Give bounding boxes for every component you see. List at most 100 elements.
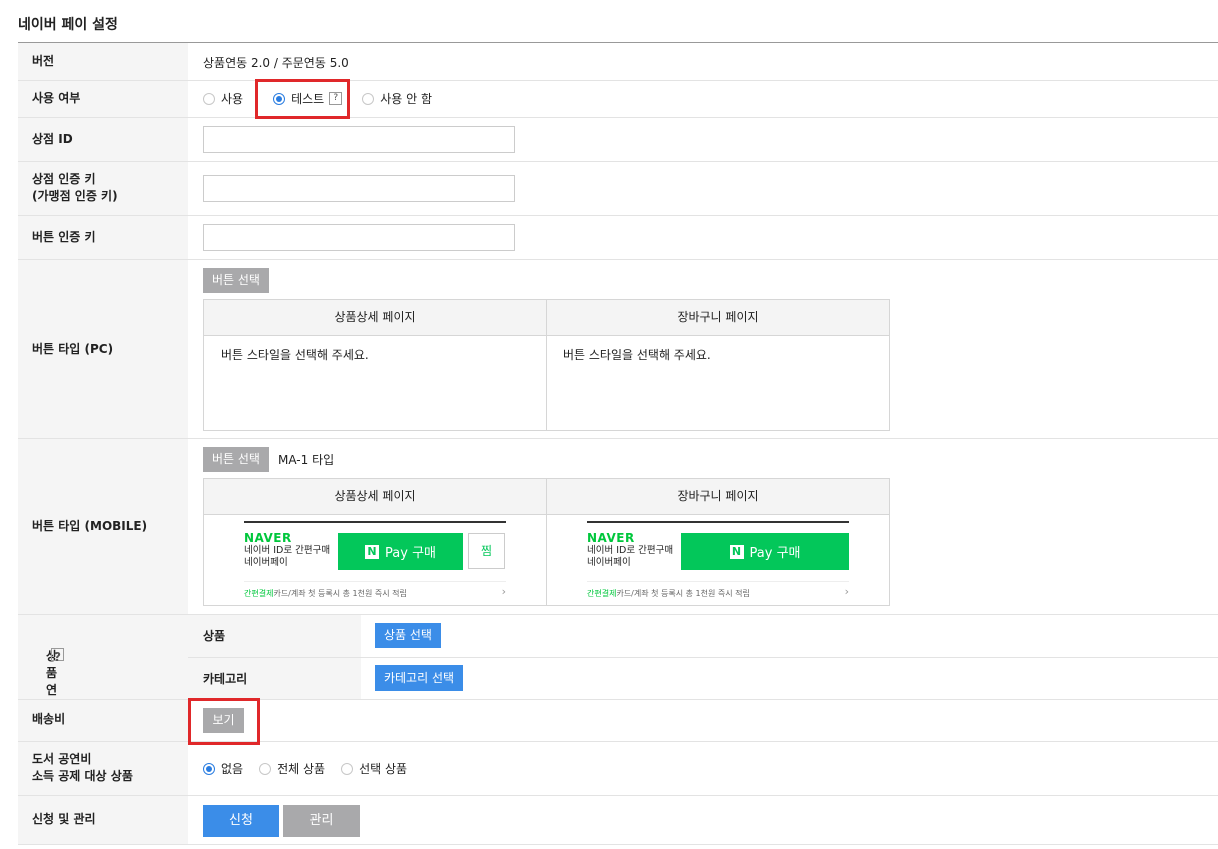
row-header: 상점 ID xyxy=(18,118,188,161)
npay-buy-button: N Pay 구매 xyxy=(681,533,849,570)
subtitle-line: 네이버페이 xyxy=(587,557,631,568)
pc-select-button[interactable]: 버튼 선택 xyxy=(203,268,269,293)
pc-col-detail: 상품상세 페이지 xyxy=(204,300,547,335)
promo-text: 카드/계좌 첫 등록시 총 1천원 즉시 적립 xyxy=(616,589,750,598)
row-header: 상점 인증 키 (가맹점 인증 키) xyxy=(18,162,188,215)
row-apply: 신청 및 관리 신청 관리 xyxy=(18,796,1218,845)
n-logo-icon: N xyxy=(365,544,380,559)
subtitle-line: 네이버 ID로 간편구매 xyxy=(244,545,331,556)
option-label: 없음 xyxy=(221,762,244,776)
subtitle-line: 네이버페이 xyxy=(244,557,288,568)
row-usage: 사용 여부 사용 테스트? 사용 안 함 xyxy=(18,81,1218,118)
exclusion-product-label: 상품 xyxy=(203,629,226,643)
radio-icon[interactable] xyxy=(259,762,272,775)
row-header: 도서 공연비 소득 공제 대상 상품 xyxy=(18,742,188,795)
chevron-right-icon: › xyxy=(501,585,506,598)
mobile-col-cart: 장바구니 페이지 xyxy=(677,489,759,503)
manage-button[interactable]: 관리 xyxy=(283,805,360,837)
usage-option-use[interactable]: 사용 xyxy=(203,90,243,107)
row-book-deduction: 도서 공연비 소득 공제 대상 상품 없음 전체 상품 선택 상품 xyxy=(18,742,1218,796)
row-header: 버전 xyxy=(18,43,188,80)
row-button-auth-key: 버튼 인증 키 xyxy=(18,216,1218,260)
pc-col-cart: 장바구니 페이지 xyxy=(677,310,759,324)
book-option-selected[interactable]: 선택 상품 xyxy=(341,760,407,777)
product-select-button[interactable]: 상품 선택 xyxy=(375,623,441,648)
mobile-select-button[interactable]: 버튼 선택 xyxy=(203,447,269,472)
pc-button-preview-table: 상품상세 페이지 장바구니 페이지 버튼 스타일을 선택해 주세요. 버튼 스타… xyxy=(203,299,890,431)
version-label: 버전 xyxy=(32,54,55,68)
npay-buy-button: N Pay 구매 xyxy=(338,533,463,570)
mobile-selected-type: MA-1 타입 xyxy=(278,453,335,467)
store-id-label: 상점 ID xyxy=(32,132,73,146)
divider xyxy=(188,657,1218,658)
radio-checked-icon[interactable] xyxy=(203,762,215,775)
npay-subtitle: 네이버 ID로 간편구매 네이버페이 xyxy=(244,545,330,569)
row-button-pc: 버튼 타입 (PC) 버튼 선택 상품상세 페이지 장바구니 페이지 버튼 스타… xyxy=(18,260,1218,439)
exclusion-category-label: 카테고리 xyxy=(203,672,248,686)
pay-label: Pay 구매 xyxy=(385,546,436,561)
pc-cart-placeholder: 버튼 스타일을 선택해 주세요. xyxy=(563,348,711,362)
npay-preview-detail: NAVER 네이버 ID로 간편구매 네이버페이 N Pay 구매 찜 간편결제카드… xyxy=(244,521,506,601)
radio-icon[interactable] xyxy=(341,762,354,775)
radio-icon[interactable] xyxy=(203,92,215,105)
naver-logo: NAVER xyxy=(587,531,635,545)
apply-button[interactable]: 신청 xyxy=(203,805,279,837)
divider xyxy=(587,521,849,523)
npay-promo: 간편결제카드/계좌 첫 등록시 총 1천원 즉시 적립 xyxy=(587,588,750,599)
store-id-input[interactable] xyxy=(203,126,515,153)
button-auth-key-input[interactable] xyxy=(203,224,515,251)
option-label: 선택 상품 xyxy=(359,762,408,776)
usage-label: 사용 여부 xyxy=(32,91,81,105)
mobile-col-detail: 상품상세 페이지 xyxy=(204,479,547,514)
row-header: 상품 연동 제외? xyxy=(18,615,188,748)
button-pc-label: 버튼 타입 (PC) xyxy=(32,342,114,356)
divider xyxy=(587,581,849,582)
promo-highlight: 간편결제 xyxy=(244,589,274,598)
book-sublabel: 소득 공제 대상 상품 xyxy=(32,769,133,783)
radio-icon[interactable] xyxy=(362,92,375,105)
usage-option-none[interactable]: 사용 안 함 xyxy=(362,90,432,107)
help-icon[interactable]: ? xyxy=(51,648,64,664)
option-label: 사용 xyxy=(221,92,244,106)
mobile-button-preview-table: 상품상세 페이지 장바구니 페이지 NAVER 네이버 ID로 간편구매 네이버페… xyxy=(203,478,890,606)
highlight-box xyxy=(188,698,260,745)
row-header: 신청 및 관리 xyxy=(18,796,188,844)
book-option-all[interactable]: 전체 상품 xyxy=(259,760,325,777)
category-select-button[interactable]: 카테고리 선택 xyxy=(375,665,463,691)
row-button-mobile: 버튼 타입 (MOBILE) 버튼 선택 MA-1 타입 상품상세 페이지 장바… xyxy=(18,439,1218,615)
button-mobile-label: 버튼 타입 (MOBILE) xyxy=(32,519,148,533)
row-exclusion: 상품 연동 제외? 상품 상품 선택 카테고리 카테고리 선택 xyxy=(18,615,1218,748)
divider xyxy=(244,521,506,523)
row-header: 사용 여부 xyxy=(18,81,188,117)
chevron-right-icon: › xyxy=(844,585,849,598)
row-version: 버전 상품연동 2.0 / 주문연동 5.0 xyxy=(18,43,1218,81)
option-label: 사용 안 함 xyxy=(380,92,433,106)
promo-highlight: 간편결제 xyxy=(587,589,617,598)
auth-key-sublabel: (가맹점 인증 키) xyxy=(32,189,118,203)
pc-detail-placeholder: 버튼 스타일을 선택해 주세요. xyxy=(221,348,369,362)
row-header: 버튼 타입 (MOBILE) xyxy=(18,439,188,614)
row-header: 버튼 인증 키 xyxy=(18,216,188,259)
button-auth-key-label: 버튼 인증 키 xyxy=(32,230,96,244)
npay-preview-cart: NAVER 네이버 ID로 간편구매 네이버페이 N Pay 구매 간편결제카드/계… xyxy=(587,521,849,601)
subtitle-line: 네이버 ID로 간편구매 xyxy=(587,545,674,556)
shipping-label: 배송비 xyxy=(32,712,66,726)
apply-label: 신청 및 관리 xyxy=(32,812,96,826)
npay-subtitle: 네이버 ID로 간편구매 네이버페이 xyxy=(587,545,673,569)
row-store-id: 상점 ID xyxy=(18,118,1218,162)
row-header: 배송비 xyxy=(18,700,188,741)
auth-key-label: 상점 인증 키 xyxy=(32,172,96,186)
npay-promo: 간편결제카드/계좌 첫 등록시 총 1천원 즉시 적립 xyxy=(244,588,407,599)
book-label: 도서 공연비 xyxy=(32,752,92,766)
auth-key-input[interactable] xyxy=(203,175,515,202)
row-auth-key: 상점 인증 키 (가맹점 인증 키) xyxy=(18,162,1218,216)
n-logo-icon: N xyxy=(729,544,744,559)
pay-label: Pay 구매 xyxy=(749,546,801,561)
page-title: 네이버 페이 설정 xyxy=(18,17,118,33)
divider xyxy=(244,581,506,582)
zzim-button: 찜 xyxy=(468,533,505,569)
book-option-none[interactable]: 없음 xyxy=(203,760,243,777)
version-value: 상품연동 2.0 / 주문연동 5.0 xyxy=(203,56,349,70)
option-label: 전체 상품 xyxy=(277,762,326,776)
naver-logo: NAVER xyxy=(244,531,292,545)
